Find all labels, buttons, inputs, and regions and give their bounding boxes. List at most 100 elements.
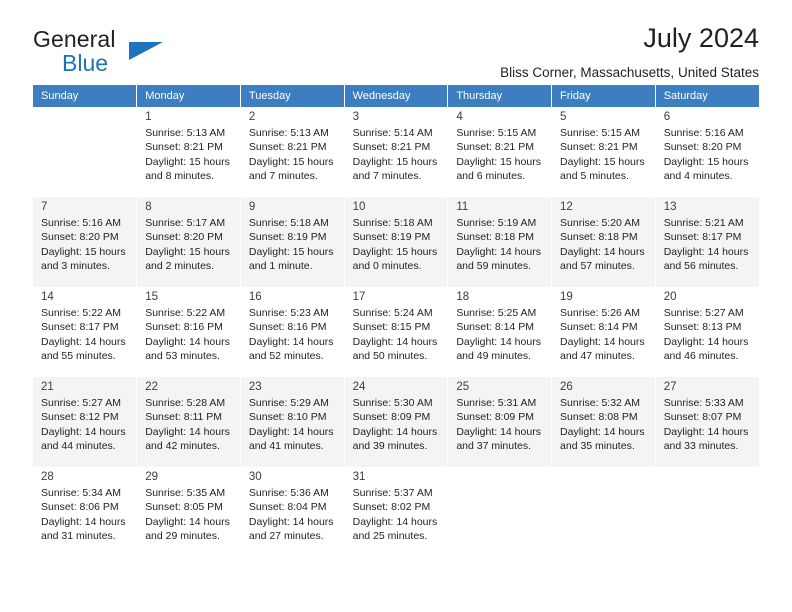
calendar-day-cell[interactable]: 5 Sunrise: 5:15 AM Sunset: 8:21 PM Daylight… [551,107,656,197]
day-detail-sunrise: Sunrise: 5:26 AM [560,307,640,319]
day-detail-daylight-1: Daylight: 14 hours [352,335,438,348]
calendar-day-cell[interactable]: 20 Sunrise: 5:27 AM Sunset: 8:13 PM Dayligh… [655,287,759,377]
day-detail-sunrise: Sunrise: 5:28 AM [145,397,226,409]
day-details: Sunrise: 5:35 AM Sunset: 8:05 PM Daylight:… [145,486,233,544]
calendar-day-cell[interactable]: 11 Sunrise: 5:19 AM Sunset: 8:18 PM Dayligh… [447,197,553,287]
day-detail-daylight-2: and 25 minutes. [352,530,428,543]
day-detail-daylight-1: Daylight: 14 hours [663,425,749,438]
day-detail-daylight-1: Daylight: 15 hours [560,155,645,168]
calendar-day-cell[interactable]: 26 Sunrise: 5:32 AM Sunset: 8:08 PM Dayligh… [551,377,656,467]
day-detail-daylight-2: and 7 minutes. [352,170,422,183]
day-detail-daylight-2: and 47 minutes. [560,350,635,363]
day-detail-daylight-2: and 5 minutes. [560,170,629,183]
day-number: 7 [41,201,48,213]
day-details: Sunrise: 5:32 AM Sunset: 8:08 PM Daylight:… [560,396,648,454]
day-number: 29 [145,471,158,483]
day-detail-sunset: Sunset: 8:21 PM [456,141,534,154]
calendar-day-content: 29 Sunrise: 5:35 AM Sunset: 8:05 PM Dayligh… [137,467,240,557]
calendar-day-cell[interactable]: 3 Sunrise: 5:14 AM Sunset: 8:21 PM Daylight… [344,107,449,197]
day-detail-sunset: Sunset: 8:14 PM [560,321,638,334]
calendar-day-cell[interactable]: 1 Sunrise: 5:13 AM Sunset: 8:21 PM Daylight… [136,107,241,197]
calendar-day-cell[interactable]: 17 Sunrise: 5:24 AM Sunset: 8:15 PM Dayligh… [344,287,449,377]
day-details: Sunrise: 5:28 AM Sunset: 8:11 PM Daylight:… [145,396,233,454]
calendar-day-cell[interactable]: 15 Sunrise: 5:22 AM Sunset: 8:16 PM Dayligh… [136,287,241,377]
calendar-day-cell[interactable]: 31 Sunrise: 5:37 AM Sunset: 8:02 PM Dayligh… [344,467,449,557]
calendar-day-cell[interactable]: 25 Sunrise: 5:31 AM Sunset: 8:09 PM Dayligh… [447,377,553,467]
calendar-day-cell[interactable]: 24 Sunrise: 5:30 AM Sunset: 8:09 PM Dayligh… [344,377,449,467]
day-details: Sunrise: 5:25 AM Sunset: 8:14 PM Daylight:… [456,306,544,364]
general-blue-logo[interactable]: General Blue [33,28,263,76]
day-detail-sunset: Sunset: 8:21 PM [560,141,638,154]
day-detail-sunrise: Sunrise: 5:22 AM [145,307,226,319]
calendar-day-content: 19 Sunrise: 5:26 AM Sunset: 8:14 PM Dayligh… [552,287,655,377]
calendar-day-cell[interactable]: 18 Sunrise: 5:25 AM Sunset: 8:14 PM Dayligh… [447,287,553,377]
day-detail-daylight-1: Daylight: 14 hours [248,335,334,348]
day-detail-sunrise: Sunrise: 5:37 AM [352,487,433,499]
day-detail-daylight-2: and 53 minutes. [145,350,220,363]
day-number: 22 [145,381,158,393]
calendar-day-cell[interactable]: 13 Sunrise: 5:21 AM Sunset: 8:17 PM Dayligh… [655,197,759,287]
calendar-day-cell[interactable]: 22 Sunrise: 5:28 AM Sunset: 8:11 PM Dayligh… [136,377,241,467]
day-details: Sunrise: 5:27 AM Sunset: 8:13 PM Daylight:… [664,306,752,364]
calendar-day-cell[interactable]: 23 Sunrise: 5:29 AM Sunset: 8:10 PM Dayligh… [240,377,345,467]
day-detail-daylight-2: and 4 minutes. [663,170,733,183]
day-detail-daylight-1: Daylight: 14 hours [560,335,645,348]
day-detail-daylight-1: Daylight: 14 hours [456,425,541,438]
day-detail-daylight-2: and 7 minutes. [248,170,318,183]
day-details: Sunrise: 5:24 AM Sunset: 8:15 PM Daylight:… [353,306,441,364]
day-detail-daylight-1: Daylight: 14 hours [352,515,438,528]
page-title: July 2024 [643,23,759,53]
day-detail-sunrise: Sunrise: 5:27 AM [663,307,744,319]
calendar-empty-cell [655,467,759,557]
weekday-header-wednesday: Wednesday [344,85,449,107]
calendar-day-cell[interactable]: 29 Sunrise: 5:35 AM Sunset: 8:05 PM Dayligh… [136,467,241,557]
day-detail-sunrise: Sunrise: 5:21 AM [663,217,744,229]
calendar-day-cell[interactable]: 8 Sunrise: 5:17 AM Sunset: 8:20 PM Daylight… [136,197,241,287]
weekday-header-tuesday: Tuesday [240,85,345,107]
calendar-day-cell[interactable]: 16 Sunrise: 5:23 AM Sunset: 8:16 PM Dayligh… [240,287,345,377]
day-detail-sunrise: Sunrise: 5:34 AM [41,487,121,499]
day-details: Sunrise: 5:22 AM Sunset: 8:16 PM Daylight:… [145,306,233,364]
day-detail-daylight-2: and 2 minutes. [145,260,215,273]
day-number: 26 [560,381,573,393]
calendar-day-content [656,467,759,557]
weekday-header-friday: Friday [551,85,656,107]
calendar-day-cell[interactable]: 28 Sunrise: 5:34 AM Sunset: 8:06 PM Dayligh… [33,467,138,557]
calendar-day-cell[interactable]: 12 Sunrise: 5:20 AM Sunset: 8:18 PM Dayligh… [551,197,656,287]
calendar-day-cell[interactable]: 27 Sunrise: 5:33 AM Sunset: 8:07 PM Dayligh… [655,377,759,467]
day-detail-sunset: Sunset: 8:08 PM [560,411,638,424]
day-detail-sunrise: Sunrise: 5:18 AM [248,217,329,229]
weekday-header-thursday: Thursday [447,85,553,107]
day-detail-sunset: Sunset: 8:11 PM [145,411,223,424]
calendar-day-cell[interactable]: 14 Sunrise: 5:22 AM Sunset: 8:17 PM Dayligh… [33,287,138,377]
day-number: 31 [352,471,366,483]
day-detail-daylight-1: Daylight: 14 hours [560,425,645,438]
calendar-day-content: 24 Sunrise: 5:30 AM Sunset: 8:09 PM Dayligh… [345,377,448,467]
day-detail-sunset: Sunset: 8:16 PM [145,321,223,334]
calendar-day-cell[interactable]: 19 Sunrise: 5:26 AM Sunset: 8:14 PM Dayligh… [551,287,656,377]
day-detail-sunrise: Sunrise: 5:25 AM [456,307,537,319]
day-details: Sunrise: 5:16 AM Sunset: 8:20 PM Daylight:… [41,216,129,274]
day-number: 12 [560,201,573,213]
calendar-day-cell[interactable]: 21 Sunrise: 5:27 AM Sunset: 8:12 PM Dayligh… [33,377,138,467]
calendar-day-cell[interactable]: 4 Sunrise: 5:15 AM Sunset: 8:21 PM Daylight… [447,107,553,197]
calendar-week-row: 7 Sunrise: 5:16 AM Sunset: 8:20 PM Daylight… [33,197,759,287]
day-number: 30 [248,471,262,483]
day-detail-daylight-2: and 27 minutes. [248,530,324,543]
day-detail-sunset: Sunset: 8:20 PM [41,231,119,244]
day-detail-daylight-1: Daylight: 15 hours [456,155,541,168]
calendar-day-cell[interactable]: 2 Sunrise: 5:13 AM Sunset: 8:21 PM Daylight… [240,107,345,197]
day-detail-sunrise: Sunrise: 5:20 AM [560,217,640,229]
calendar-day-cell[interactable]: 10 Sunrise: 5:18 AM Sunset: 8:19 PM Dayligh… [344,197,449,287]
day-detail-daylight-1: Daylight: 14 hours [663,335,749,348]
day-details: Sunrise: 5:15 AM Sunset: 8:21 PM Daylight:… [456,126,544,184]
calendar-day-cell[interactable]: 7 Sunrise: 5:16 AM Sunset: 8:20 PM Daylight… [33,197,138,287]
sunrise-sunset-calendar: Sunday Monday Tuesday Wednesday Thursday… [33,85,759,557]
calendar-day-content: 15 Sunrise: 5:22 AM Sunset: 8:16 PM Dayligh… [137,287,240,377]
day-number: 9 [248,201,256,213]
calendar-day-content: 20 Sunrise: 5:27 AM Sunset: 8:13 PM Dayligh… [656,287,759,377]
calendar-day-cell[interactable]: 30 Sunrise: 5:36 AM Sunset: 8:04 PM Dayligh… [240,467,345,557]
day-number: 13 [663,201,677,213]
calendar-day-cell[interactable]: 9 Sunrise: 5:18 AM Sunset: 8:19 PM Daylight… [240,197,345,287]
calendar-day-cell[interactable]: 6 Sunrise: 5:16 AM Sunset: 8:20 PM Daylight… [655,107,759,197]
